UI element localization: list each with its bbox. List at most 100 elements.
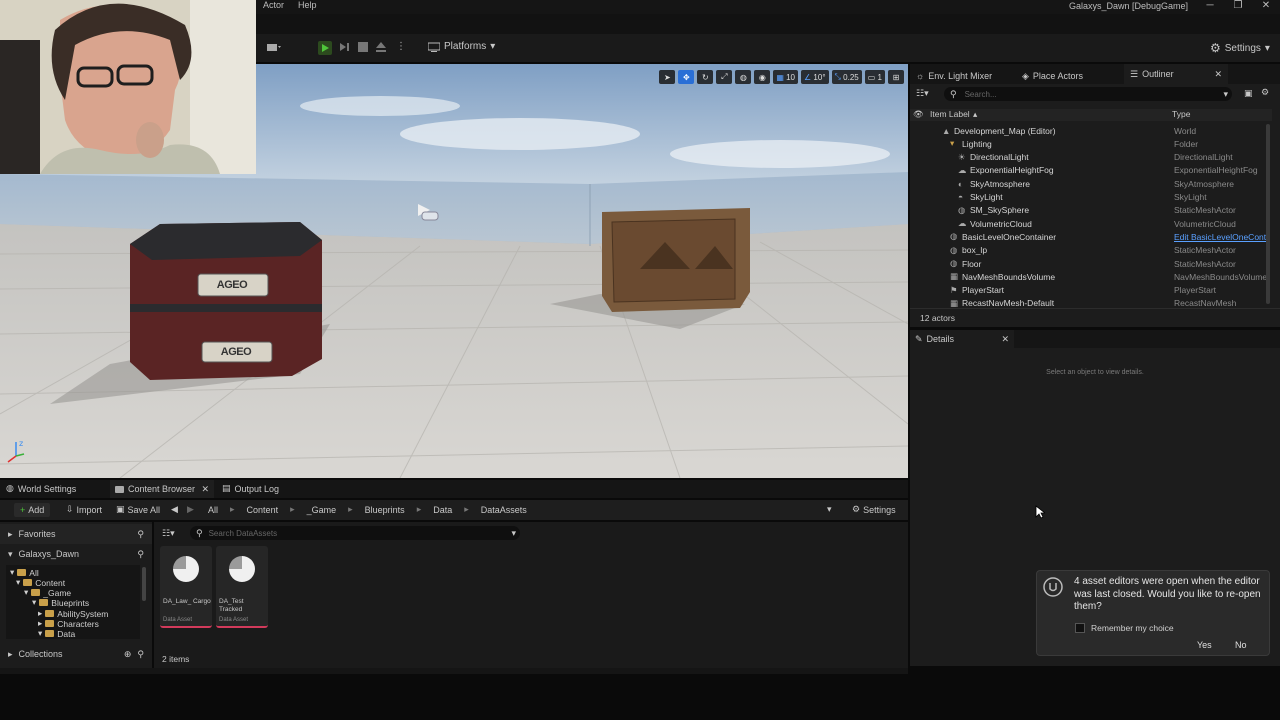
filter-button[interactable]: ☷▾ xyxy=(916,88,929,99)
breadcrumb-item[interactable]: _Game xyxy=(307,505,337,515)
breadcrumb-separator-icon[interactable]: ▸ xyxy=(464,504,469,515)
outliner-settings-button[interactable]: ⚙ xyxy=(1261,87,1269,98)
data-asset-icon xyxy=(229,556,255,582)
tree-item-data[interactable]: ▾ Data xyxy=(38,628,75,639)
viewport-layout-button[interactable]: ⊞ xyxy=(888,70,904,84)
outliner-row[interactable]: ◓ SkyLight SkyLight xyxy=(910,191,1272,204)
outliner-row[interactable]: ◍ Floor StaticMeshActor xyxy=(910,257,1272,270)
grid-snap-button[interactable]: ▦ 10 xyxy=(773,70,799,84)
breadcrumb-item[interactable]: DataAssets xyxy=(481,505,527,515)
add-folder-button[interactable]: ▣ xyxy=(1244,88,1253,99)
select-tool-button[interactable]: ➤ xyxy=(659,70,676,84)
column-type[interactable]: Type xyxy=(1172,109,1190,119)
add-button[interactable]: + Add xyxy=(14,503,51,517)
tab-outliner[interactable]: ☰ Outliner ✕ xyxy=(1124,64,1228,84)
add-collection-icon[interactable]: ⊕ xyxy=(124,649,132,660)
outliner-row[interactable]: ◐ SkyAtmosphere SkyAtmosphere xyxy=(910,177,1272,190)
tree-scrollbar[interactable] xyxy=(142,567,146,601)
outliner-row[interactable]: ☁ VolumetricCloud VolumetricCloud xyxy=(910,217,1272,230)
breadcrumb-separator-icon[interactable]: ▸ xyxy=(290,504,295,515)
asset-search-input[interactable]: ⚲ Search DataAssets ▾ xyxy=(190,526,520,540)
platforms-button[interactable]: Platforms ▾ xyxy=(428,41,495,52)
remember-choice-checkbox[interactable]: Remember my choice xyxy=(1075,623,1174,633)
rotation-snap-button[interactable]: ∠ 10° xyxy=(801,70,829,84)
breadcrumb-item[interactable]: Data xyxy=(433,505,452,515)
stop-button[interactable] xyxy=(357,41,369,53)
outliner-row[interactable]: ☀ DirectionalLight DirectionalLight xyxy=(910,151,1272,164)
close-icon[interactable]: ✕ xyxy=(1214,69,1222,80)
outliner-row-type: StaticMeshActor xyxy=(1174,258,1236,269)
search-icon[interactable]: ⚲ xyxy=(137,529,144,540)
breadcrumb-item[interactable]: Blueprints xyxy=(365,505,405,515)
save-all-button[interactable]: ▣ Save All xyxy=(116,504,160,515)
outliner-row[interactable]: ◍ SM_SkySphere StaticMeshActor xyxy=(910,204,1272,217)
breadcrumb-item[interactable]: All xyxy=(208,505,218,515)
outliner-row[interactable]: ▲ Development_Map (Editor) World xyxy=(910,124,1272,137)
outliner-row-type[interactable]: Edit BasicLevelOneCont xyxy=(1174,232,1270,242)
collections-section[interactable]: ▸ Collections ⊕ ⚲ xyxy=(0,646,152,662)
tab-place-actors[interactable]: ◈ Place Actors xyxy=(1022,68,1083,84)
yes-button[interactable]: Yes xyxy=(1197,640,1212,650)
world-local-button[interactable]: ◍ xyxy=(735,70,752,84)
outliner-row[interactable]: ◍ BasicLevelOneContainer Edit BasicLevelOn… xyxy=(910,230,1272,243)
breadcrumb-separator-icon[interactable]: ▸ xyxy=(348,504,353,515)
eject-button[interactable] xyxy=(375,41,387,53)
asset-filter-button[interactable]: ☷▾ xyxy=(162,528,175,539)
history-forward-button[interactable]: ▶ xyxy=(187,504,194,515)
no-button[interactable]: No xyxy=(1235,640,1247,650)
breadcrumb-separator-icon[interactable]: ▸ xyxy=(230,504,235,515)
rotate-tool-button[interactable]: ↻ xyxy=(697,70,714,84)
play-button[interactable] xyxy=(318,41,332,55)
surface-snap-button[interactable]: ◉ xyxy=(754,70,771,84)
scale-snap-button[interactable]: ⤡ 0.25 xyxy=(831,70,862,84)
search-icon[interactable]: ⚲ xyxy=(137,549,144,560)
tree-item-blueprints[interactable]: ▾ Blueprints xyxy=(32,597,89,608)
column-item-label[interactable]: Item Label xyxy=(930,109,970,119)
close-icon[interactable]: ✕ xyxy=(201,484,209,495)
restore-button[interactable]: ❐ xyxy=(1231,0,1245,11)
tab-env-light-mixer[interactable]: ☼ Env. Light Mixer xyxy=(916,68,992,84)
chevron-down-icon: ▾ xyxy=(1223,88,1228,99)
tab-outliner-label: Outliner xyxy=(1142,69,1174,79)
favorites-section[interactable]: ▸ Favorites ⚲ xyxy=(0,524,152,544)
outliner-row[interactable]: ◍ box_lp StaticMeshActor xyxy=(910,244,1272,257)
move-tool-button[interactable]: ✥ xyxy=(678,70,695,84)
step-button[interactable] xyxy=(338,41,350,53)
breadcrumb-separator-icon[interactable]: ▸ xyxy=(417,504,422,515)
outliner-scrollbar[interactable] xyxy=(1266,124,1270,304)
outliner-row-label: SkyLight xyxy=(970,192,1003,202)
outliner-row[interactable]: ☁ ExponentialHeightFog ExponentialHeightFo… xyxy=(910,164,1272,177)
close-icon[interactable]: ✕ xyxy=(1001,334,1009,345)
import-button[interactable]: ⇩ Import xyxy=(66,504,102,515)
asset-tile[interactable]: DA_Test Tracked Data Asset xyxy=(216,546,268,628)
history-back-button[interactable]: ◀ xyxy=(171,504,178,515)
minimize-button[interactable]: ─ xyxy=(1203,0,1217,11)
outliner-row[interactable]: ▾ Lighting Folder xyxy=(910,137,1272,150)
menu-help[interactable]: Help xyxy=(298,0,317,10)
folder-icon xyxy=(45,610,55,617)
bulb-icon: ☼ xyxy=(916,71,925,81)
modes-icon xyxy=(267,44,281,51)
play-options-button[interactable]: ⋮ xyxy=(396,41,406,52)
asset-tile[interactable]: DA_Law_ Cargo Data Asset xyxy=(160,546,212,628)
webcam-image xyxy=(0,0,256,174)
search-icon[interactable]: ⚲ xyxy=(137,649,144,660)
menu-actor[interactable]: Actor xyxy=(263,0,284,10)
camera-speed-button[interactable]: ▭ 1 xyxy=(864,70,885,84)
tab-output-log[interactable]: ▤ Output Log xyxy=(222,483,279,494)
cb-settings-button[interactable]: ⚙ Settings xyxy=(852,504,896,515)
path-dropdown-button[interactable]: ▾ xyxy=(827,504,832,515)
sort-ascending-icon: ▴ xyxy=(973,109,978,119)
scale-tool-button[interactable]: ⤢ xyxy=(716,70,733,84)
project-section[interactable]: ▾ Galaxys_Dawn ⚲ xyxy=(0,546,152,562)
close-window-button[interactable]: ✕ xyxy=(1259,0,1273,11)
mode-select-button[interactable] xyxy=(266,41,282,53)
tab-details[interactable]: ✎ Details ✕ xyxy=(910,330,1014,348)
tab-world-settings[interactable]: ◍ World Settings xyxy=(6,483,76,494)
toolbar-settings-button[interactable]: ⚙ Settings ▾ xyxy=(1210,41,1270,55)
outliner-row[interactable]: ▦ NavMeshBoundsVolume NavMeshBoundsVolume xyxy=(910,270,1272,283)
tab-content-browser[interactable]: Content Browser ✕ xyxy=(110,480,214,498)
outliner-search-input[interactable]: ⚲ Search... ▾ xyxy=(944,87,1232,101)
breadcrumb-item[interactable]: Content xyxy=(247,505,279,515)
outliner-row[interactable]: ⚑ PlayerStart PlayerStart xyxy=(910,284,1272,297)
